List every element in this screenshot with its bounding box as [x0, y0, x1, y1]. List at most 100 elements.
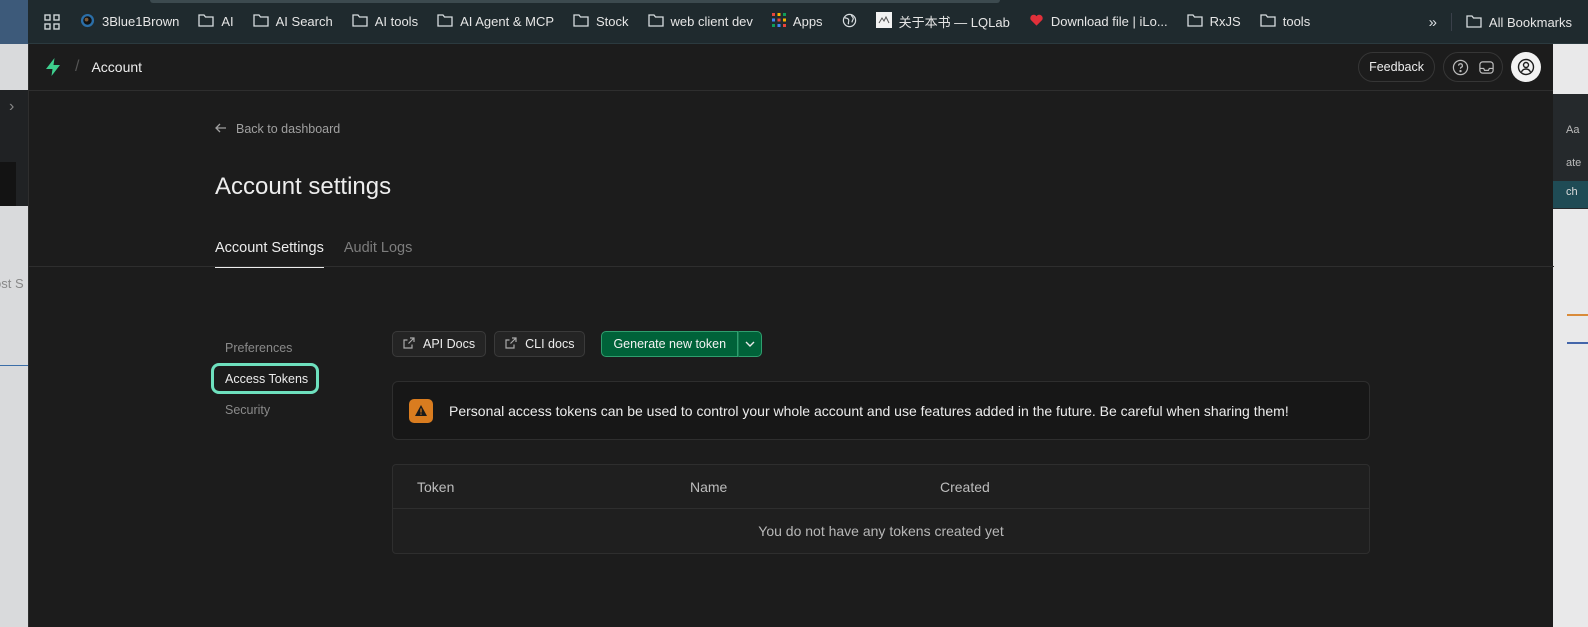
folder-icon: [252, 13, 269, 30]
arrow-left-icon: [215, 122, 227, 136]
background-text: ate: [1566, 157, 1582, 169]
token-actions: API Docs CLI docs Generate new token: [392, 331, 1370, 357]
bookmark-all-bookmarks[interactable]: All Bookmarks: [1466, 14, 1572, 31]
generate-token-dropdown-button[interactable]: [738, 331, 763, 357]
apps-grid-icon: [771, 13, 786, 30]
folder-icon: [1187, 13, 1203, 30]
sidenav-item-preferences[interactable]: Preferences: [211, 332, 319, 363]
table-header: Token Name Created: [393, 465, 1369, 509]
sidenav-item-security[interactable]: Security: [211, 394, 319, 425]
warning-text: Personal access tokens can be used to co…: [449, 402, 1289, 419]
external-link-icon: [403, 336, 415, 352]
help-inbox-group: [1443, 52, 1503, 82]
tab-strip-edge: [150, 0, 1000, 3]
column-header-name: Name: [690, 478, 728, 495]
chevron-right-icon: ›: [9, 98, 15, 115]
breadcrumb-separator: /: [75, 58, 80, 75]
empty-state-text: You do not have any tokens created yet: [758, 523, 1004, 539]
bookmark-3blue1brown[interactable]: 3Blue1Brown: [80, 13, 179, 31]
more-bookmarks-chevron-icon[interactable]: »: [1429, 14, 1437, 31]
bookmark-folder-web-client-dev[interactable]: web client dev: [647, 13, 753, 30]
bookmark-folder-ai-search[interactable]: AI Search: [252, 13, 333, 30]
bookmark-label: AI Agent & MCP: [460, 14, 555, 29]
bookmark-folder-tools[interactable]: tools: [1260, 13, 1310, 30]
cli-docs-label: CLI docs: [525, 337, 575, 351]
desktop-wallpaper: [0, 0, 28, 44]
column-header-token: Token: [417, 478, 455, 495]
background-panel-dark: [0, 162, 16, 206]
user-avatar[interactable]: [1511, 52, 1541, 82]
bookmark-label: tools: [1282, 14, 1311, 29]
bookmark-label: 关于本书 — LQLab: [898, 15, 1010, 30]
tab-account-settings[interactable]: Account Settings: [215, 240, 324, 268]
tabs-divider: [29, 266, 1554, 267]
bookmark-folder-rxjs[interactable]: RxJS: [1187, 13, 1241, 30]
bookmark-apps[interactable]: Apps: [771, 13, 823, 30]
top-bar: / Account Feedback: [29, 44, 1553, 91]
chevron-down-icon: [745, 335, 755, 353]
bookmark-lqlab[interactable]: 关于本书 — LQLab: [875, 12, 1010, 31]
background-divider: [0, 365, 28, 366]
heart-favicon-icon: [1029, 13, 1044, 30]
background-line: [1567, 314, 1588, 316]
background-window-left: › ost S: [0, 0, 28, 627]
inbox-icon[interactable]: [1476, 57, 1496, 77]
folder-icon: [1466, 14, 1482, 31]
tabs: Account Settings Audit Logs: [215, 240, 412, 268]
folder-icon: [437, 13, 453, 30]
bookmark-label: AI: [221, 14, 234, 29]
bookmark-folder-ai-agent-mcp[interactable]: AI Agent & MCP: [437, 13, 554, 30]
help-icon[interactable]: [1450, 57, 1470, 77]
warning-alert: Personal access tokens can be used to co…: [392, 381, 1370, 440]
breadcrumb-account[interactable]: Account: [91, 59, 142, 75]
bookmarks-bar: 3Blue1Brown AI AI Search AI tools AI Age…: [0, 0, 1588, 44]
bookmark-folder-stock[interactable]: Stock: [573, 13, 629, 30]
app-window: / Account Feedback Back to dashboard Acc…: [28, 44, 1554, 627]
bookmark-label: Stock: [596, 14, 629, 29]
folder-icon: [1260, 13, 1276, 30]
folder-icon: [573, 13, 589, 30]
cli-docs-button[interactable]: CLI docs: [494, 331, 586, 357]
external-link-icon: [505, 336, 517, 352]
column-header-created: Created: [940, 478, 990, 495]
settings-sidenav: Preferences Access Tokens Security: [211, 332, 319, 425]
supabase-logo-icon[interactable]: [43, 56, 65, 78]
bookmark-label: 3Blue1Brown: [102, 14, 180, 29]
bookmarks-divider: [1450, 13, 1452, 31]
background-line: [1567, 342, 1588, 344]
bookmark-label: All Bookmarks: [1488, 14, 1572, 30]
tokens-table: Token Name Created You do not have any t…: [392, 464, 1370, 554]
bookmark-download-file[interactable]: Download file | iLo...: [1029, 13, 1168, 30]
folder-icon: [647, 13, 664, 30]
bookmark-label: AI Search: [275, 14, 333, 29]
back-to-dashboard-link[interactable]: Back to dashboard: [215, 122, 340, 136]
background-window-right: Aa ate ch: [1553, 44, 1588, 627]
apps-launcher-icon[interactable]: [44, 13, 60, 30]
bookmark-folder-ai-tools[interactable]: AI tools: [352, 13, 418, 30]
warning-icon: [409, 398, 433, 423]
generate-token-split-button: Generate new token: [601, 331, 763, 357]
page-title: Account settings: [215, 173, 392, 200]
globe-icon: [842, 13, 857, 31]
bookmark-globe[interactable]: [842, 13, 857, 31]
bookmark-label: Download file | iLo...: [1050, 14, 1168, 29]
back-label: Back to dashboard: [236, 122, 341, 136]
bookmark-label: Apps: [792, 14, 823, 29]
bookmark-folder-ai[interactable]: AI: [198, 13, 234, 30]
access-tokens-panel: API Docs CLI docs Generate new token Per…: [392, 331, 1370, 554]
api-docs-label: API Docs: [423, 337, 476, 351]
background-text: ost S: [0, 276, 24, 291]
background-text: ch: [1566, 186, 1578, 198]
sidenav-item-access-tokens[interactable]: Access Tokens: [211, 363, 319, 394]
bookmark-label: RxJS: [1209, 14, 1241, 29]
background-text: Aa: [1566, 124, 1580, 136]
tab-audit-logs[interactable]: Audit Logs: [344, 240, 413, 268]
feedback-button[interactable]: Feedback: [1358, 52, 1435, 82]
folder-icon: [198, 13, 214, 30]
api-docs-button[interactable]: API Docs: [392, 331, 487, 357]
empty-state-row: You do not have any tokens created yet: [393, 509, 1369, 553]
bookmark-label: AI tools: [374, 14, 419, 29]
generate-new-token-button[interactable]: Generate new token: [601, 331, 739, 357]
folder-icon: [352, 13, 368, 30]
bookmark-label: web client dev: [670, 14, 753, 29]
